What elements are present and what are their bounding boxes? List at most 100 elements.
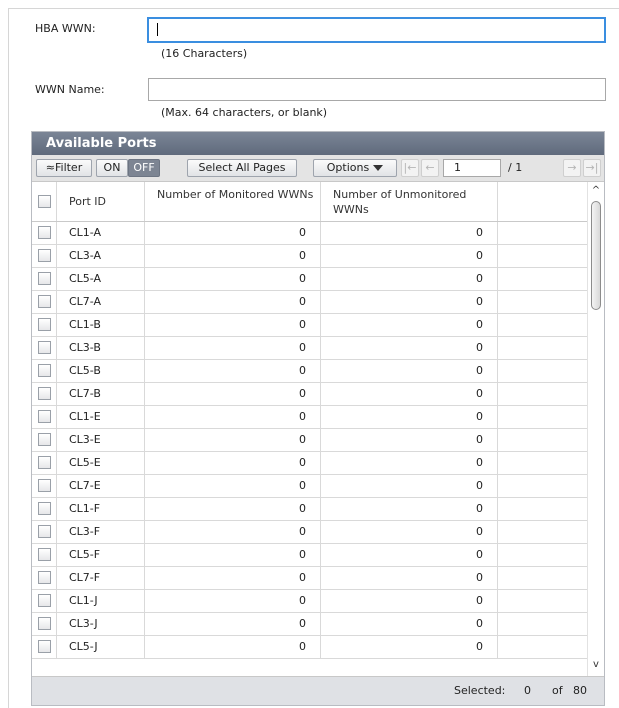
empty-cell <box>498 544 587 566</box>
row-checkbox[interactable] <box>38 364 51 377</box>
row-checkbox[interactable] <box>38 410 51 423</box>
port-id-cell: CL3-E <box>57 429 145 451</box>
table-row[interactable]: CL1-J 0 0 <box>32 590 587 613</box>
unmonitored-count-cell: 0 <box>321 406 498 428</box>
table-row[interactable]: CL1-B 0 0 <box>32 314 587 337</box>
row-checkbox[interactable] <box>38 249 51 262</box>
column-header-monitored[interactable]: Number of Monitored WWNs <box>145 182 321 221</box>
table-row[interactable]: CL7-A 0 0 <box>32 291 587 314</box>
unmonitored-count-cell: 0 <box>321 222 498 244</box>
page-total: / 1 <box>508 161 523 174</box>
next-page-icon[interactable]: → <box>563 159 581 177</box>
page-number-input[interactable]: 1 <box>443 159 501 177</box>
port-id-cell: CL1-F <box>57 498 145 520</box>
table-toolbar: ≈Filter ON OFF Select All Pages Options … <box>32 155 604 182</box>
monitored-count-cell: 0 <box>145 291 321 313</box>
panel-title: Available Ports <box>32 132 604 155</box>
of-label: of <box>552 684 563 697</box>
select-all-pages-button[interactable]: Select All Pages <box>187 159 297 177</box>
row-checkbox[interactable] <box>38 617 51 630</box>
table-row[interactable]: CL7-F 0 0 <box>32 567 587 590</box>
port-id-cell: CL1-B <box>57 314 145 336</box>
table-footer: Selected: 0 of 80 <box>32 676 604 705</box>
row-checkbox[interactable] <box>38 272 51 285</box>
row-checkbox[interactable] <box>38 318 51 331</box>
table-row[interactable]: CL5-B 0 0 <box>32 360 587 383</box>
port-id-cell: CL7-B <box>57 383 145 405</box>
column-header-unmonitored[interactable]: Number of Unmonitored WWNs <box>321 182 498 221</box>
port-id-cell: CL5-A <box>57 268 145 290</box>
filter-on-button[interactable]: ON <box>96 159 128 177</box>
wwn-name-hint: (Max. 64 characters, or blank) <box>161 106 328 119</box>
column-header-port-id[interactable]: Port ID <box>57 182 145 221</box>
unmonitored-count-cell: 0 <box>321 567 498 589</box>
row-checkbox[interactable] <box>38 479 51 492</box>
monitored-count-cell: 0 <box>145 567 321 589</box>
dialog-top-border <box>8 8 619 9</box>
wwn-name-input[interactable] <box>148 78 606 101</box>
port-id-cell: CL7-A <box>57 291 145 313</box>
select-all-checkbox[interactable] <box>38 195 51 208</box>
scroll-up-icon[interactable]: ^ <box>588 184 604 198</box>
hba-wwn-hint: (16 Characters) <box>161 47 248 60</box>
row-checkbox-cell <box>32 521 57 543</box>
unmonitored-count-cell: 0 <box>321 314 498 336</box>
row-checkbox[interactable] <box>38 387 51 400</box>
row-checkbox[interactable] <box>38 341 51 354</box>
table-row[interactable]: CL7-B 0 0 <box>32 383 587 406</box>
ports-table: Port ID Number of Monitored WWNs Number … <box>32 182 587 676</box>
table-row[interactable]: CL5-A 0 0 <box>32 268 587 291</box>
monitored-count-cell: 0 <box>145 268 321 290</box>
row-checkbox[interactable] <box>38 502 51 515</box>
table-row[interactable]: CL3-F 0 0 <box>32 521 587 544</box>
table-row[interactable]: CL5-J 0 0 <box>32 636 587 659</box>
table-row[interactable]: CL1-A 0 0 <box>32 222 587 245</box>
empty-cell <box>498 475 587 497</box>
empty-cell <box>498 314 587 336</box>
row-checkbox[interactable] <box>38 640 51 653</box>
row-checkbox[interactable] <box>38 548 51 561</box>
chevron-down-icon <box>373 165 384 171</box>
monitored-count-cell: 0 <box>145 360 321 382</box>
prev-page-icon[interactable]: ← <box>421 159 439 177</box>
hba-wwn-input[interactable] <box>147 17 606 43</box>
monitored-count-cell: 0 <box>145 245 321 267</box>
table-row[interactable]: CL7-E 0 0 <box>32 475 587 498</box>
table-row[interactable]: CL3-E 0 0 <box>32 429 587 452</box>
table-row[interactable]: CL3-J 0 0 <box>32 613 587 636</box>
row-checkbox-cell <box>32 314 57 336</box>
row-checkbox[interactable] <box>38 594 51 607</box>
row-checkbox[interactable] <box>38 433 51 446</box>
unmonitored-count-cell: 0 <box>321 383 498 405</box>
selected-count: 0 <box>524 684 531 697</box>
options-button[interactable]: Options <box>313 159 397 177</box>
first-page-icon[interactable]: |← <box>401 159 419 177</box>
table-row[interactable]: CL1-F 0 0 <box>32 498 587 521</box>
row-checkbox[interactable] <box>38 571 51 584</box>
wwn-name-label: WWN Name: <box>35 83 105 96</box>
row-checkbox[interactable] <box>38 226 51 239</box>
table-row[interactable]: CL5-E 0 0 <box>32 452 587 475</box>
last-page-icon[interactable]: →| <box>583 159 601 177</box>
available-ports-panel: Available Ports ≈Filter ON OFF Select Al… <box>31 131 605 706</box>
port-id-cell: CL1-A <box>57 222 145 244</box>
port-id-cell: CL5-B <box>57 360 145 382</box>
scroll-down-icon[interactable]: v <box>588 658 604 672</box>
row-checkbox[interactable] <box>38 295 51 308</box>
row-checkbox-cell <box>32 452 57 474</box>
filter-button[interactable]: ≈Filter <box>36 159 92 177</box>
row-checkbox[interactable] <box>38 456 51 469</box>
row-checkbox[interactable] <box>38 525 51 538</box>
port-id-cell: CL1-E <box>57 406 145 428</box>
vertical-scrollbar[interactable]: ^ v <box>587 182 604 676</box>
unmonitored-count-cell: 0 <box>321 636 498 658</box>
port-id-cell: CL7-F <box>57 567 145 589</box>
unmonitored-count-cell: 0 <box>321 245 498 267</box>
monitored-count-cell: 0 <box>145 636 321 658</box>
table-row[interactable]: CL1-E 0 0 <box>32 406 587 429</box>
filter-off-button[interactable]: OFF <box>128 159 160 177</box>
scroll-thumb[interactable] <box>591 201 601 310</box>
table-row[interactable]: CL3-A 0 0 <box>32 245 587 268</box>
table-row[interactable]: CL5-F 0 0 <box>32 544 587 567</box>
table-row[interactable]: CL3-B 0 0 <box>32 337 587 360</box>
